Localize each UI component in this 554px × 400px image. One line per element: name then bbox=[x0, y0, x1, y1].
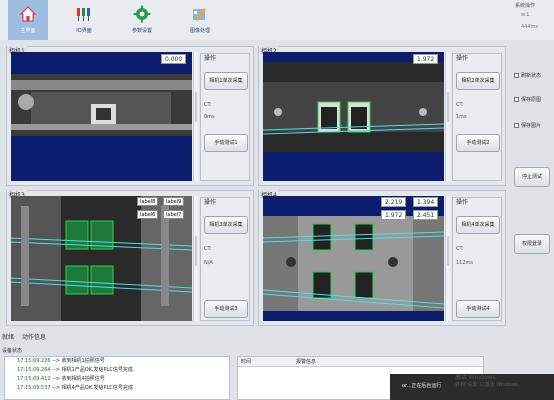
camera2-test-button[interactable]: 手动测试2 bbox=[456, 134, 500, 152]
camera4-ct-label: CT: bbox=[456, 246, 464, 252]
main-view-label: 主界面 bbox=[20, 28, 36, 34]
camera4-panel: 相机4 2.219 1.394 1.972 2.451 操作 bbox=[258, 190, 506, 326]
image-proc-label: 图像处理 bbox=[189, 28, 210, 34]
camera4-test-button[interactable]: 手动测试4 bbox=[456, 300, 500, 318]
camera2-image bbox=[263, 52, 444, 181]
top-toolbar: 主界面 IO界面 参数设置 图像处理 系统操作 w.1 444ms bbox=[0, 0, 554, 40]
alarm-time-header: 时间 bbox=[241, 359, 252, 365]
camera3-ct-label: CT: bbox=[204, 246, 212, 252]
camera2-ops-title: 操作 bbox=[456, 55, 469, 62]
save-image-box[interactable] bbox=[514, 123, 519, 128]
watermark-line1: 激活 Windows bbox=[455, 374, 496, 381]
camera4-view: 2.219 1.394 1.972 2.451 bbox=[263, 196, 444, 321]
status-tabs: 就绪 动作信息 bbox=[2, 332, 52, 341]
camera3-view: label8 label9 label6 label7 bbox=[11, 196, 192, 321]
watermark-line2: 转到"设置"以激活 Windows。 bbox=[455, 382, 524, 388]
io-icon bbox=[77, 8, 90, 21]
save-image-checkbox[interactable]: 保存图片 bbox=[514, 122, 541, 129]
camera3-panel: 相机3 label8 label9 label6 label7 bbox=[6, 190, 254, 326]
save-raw-box[interactable] bbox=[514, 97, 519, 102]
io-view-button[interactable]: IO界面 bbox=[64, 0, 104, 40]
activation-watermark: 激活 Windows 转到"设置"以激活 Windows。 bbox=[455, 372, 524, 388]
camera1-image bbox=[11, 52, 192, 181]
camera1-ct-value: 0ms bbox=[204, 114, 215, 120]
camera2-capture-button[interactable]: 相机2单次采集 bbox=[456, 72, 500, 90]
camera1-capture-button[interactable]: 相机1单次采集 bbox=[204, 72, 248, 90]
system-ops: 系统操作 w.1 444ms bbox=[515, 2, 538, 33]
camera2-value: 1.972 bbox=[413, 54, 439, 64]
system-ops-title: 系统操作 bbox=[515, 3, 536, 9]
save-image-label: 保存图片 bbox=[521, 123, 542, 129]
camera4-value-4: 2.451 bbox=[413, 210, 439, 220]
camera3-ops-title: 操作 bbox=[204, 199, 217, 206]
camera1-scrollbar[interactable] bbox=[193, 52, 198, 181]
camera3-ct-value: N/A bbox=[204, 260, 213, 266]
camera3-scrollbar[interactable] bbox=[193, 196, 198, 321]
camera1-ops: 操作 相机1单次采集 CT: 0ms 手动测试1 bbox=[200, 53, 250, 181]
camera2-ct-label: CT: bbox=[456, 102, 464, 108]
refresh-status-box[interactable] bbox=[514, 73, 519, 78]
save-raw-label: 保存原图 bbox=[521, 97, 542, 103]
camera2-panel: 相机2 1.972 操作 相机2单次采集 CT: 1ms 手动测试2 bbox=[258, 46, 506, 186]
camera1-panel: 相机1 0.000 操作 相机1单次采集 CT: 0ms 手动测试1 bbox=[6, 46, 254, 186]
params-button[interactable]: 参数设置 bbox=[122, 0, 162, 40]
camera4-ops-title: 操作 bbox=[456, 199, 469, 206]
camera4-value-2: 1.394 bbox=[413, 197, 439, 207]
camera4-scrollbar[interactable] bbox=[445, 196, 450, 321]
params-label: 参数设置 bbox=[131, 28, 152, 34]
camera2-ct-value: 1ms bbox=[456, 114, 467, 120]
system-ops-line2: 444ms bbox=[521, 24, 539, 30]
camera1-ops-title: 操作 bbox=[204, 55, 217, 62]
alarm-info-header: 报警信息 bbox=[296, 359, 317, 365]
login-button[interactable]: 权限登录 bbox=[514, 234, 550, 254]
camera4-ops: 操作 相机4单次采集 CT: 112ms 手动测试4 bbox=[452, 197, 502, 321]
camera3-label6: label6 bbox=[137, 210, 159, 219]
camera1-ct-label: CT: bbox=[204, 102, 212, 108]
image-proc-button[interactable]: 图像处理 bbox=[180, 0, 220, 40]
stop-test-button[interactable]: 停止测试 bbox=[514, 167, 550, 187]
camera3-label7: label7 bbox=[163, 210, 185, 219]
camera4-value-3: 1.972 bbox=[381, 210, 407, 220]
camera1-value: 0.000 bbox=[161, 54, 187, 64]
camera3-ops: 操作 相机3单次采集 CT: N/A 手动测试3 bbox=[200, 197, 250, 321]
save-raw-checkbox[interactable]: 保存原图 bbox=[514, 96, 541, 103]
camera3-label9: label9 bbox=[163, 197, 185, 206]
system-ops-line1: w.1 bbox=[521, 12, 530, 18]
tab-ready[interactable]: 就绪 bbox=[2, 334, 14, 341]
image-processing-icon bbox=[193, 8, 206, 21]
camera1-test-button[interactable]: 手动测试1 bbox=[204, 134, 248, 152]
log-row: 17:15:09.412 --> 收到相机4拍照信号 bbox=[17, 376, 105, 382]
log-row: 17:15:09.264 --> 相机1产品OK,发给PLC信号完成 bbox=[17, 367, 133, 373]
refresh-status-checkbox[interactable]: 刷新状态 bbox=[514, 72, 541, 79]
log-row: 17:15:09.537 --> 相机4产品OK,发给PLC信号完成 bbox=[17, 385, 133, 391]
camera3-capture-button[interactable]: 相机3单次采集 bbox=[204, 216, 248, 234]
alarm-header: 时间 报警信息 bbox=[238, 357, 483, 367]
device-state-title: 设备状态 bbox=[2, 348, 23, 354]
camera1-view: 0.000 bbox=[11, 52, 192, 181]
camera3-label8: label8 bbox=[137, 197, 159, 206]
camera2-scrollbar[interactable] bbox=[445, 52, 450, 181]
main-view-button[interactable]: 主界面 bbox=[8, 0, 48, 40]
tab-action-info[interactable]: 动作信息 bbox=[22, 334, 46, 341]
camera2-ops: 操作 相机2单次采集 CT: 1ms 手动测试2 bbox=[452, 53, 502, 181]
camera3-test-button[interactable]: 手动测试3 bbox=[204, 300, 248, 318]
home-icon bbox=[19, 6, 37, 22]
camera2-view: 1.972 bbox=[263, 52, 444, 181]
camera4-capture-button[interactable]: 相机4单次采集 bbox=[456, 216, 500, 234]
io-view-label: IO界面 bbox=[76, 28, 92, 34]
camera4-ct-value: 112ms bbox=[456, 260, 474, 266]
camera4-value-1: 2.219 bbox=[381, 197, 407, 207]
gear-icon bbox=[133, 5, 151, 23]
log-panel: 17:15:09.226 --> 收到相机1拍照信号 17:15:09.264 … bbox=[4, 356, 230, 400]
refresh-status-label: 刷新状态 bbox=[521, 73, 542, 79]
log-row: 17:15:09.226 --> 收到相机1拍照信号 bbox=[17, 358, 105, 364]
